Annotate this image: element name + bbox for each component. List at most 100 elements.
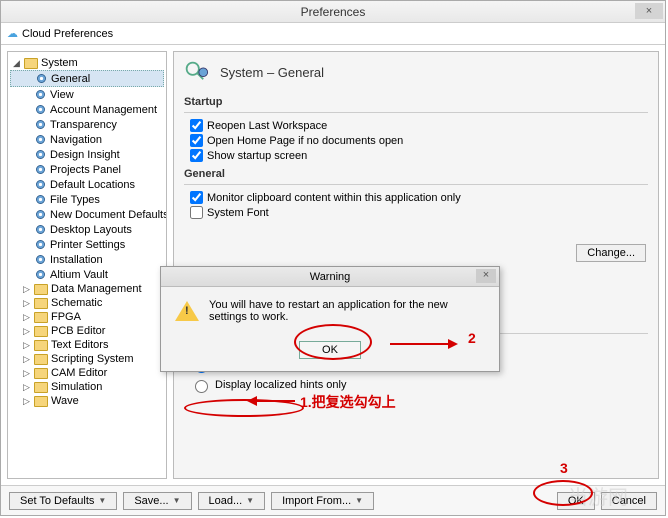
tree-item-printer-settings[interactable]: Printer Settings xyxy=(10,237,164,252)
tree-item-view[interactable]: View xyxy=(10,87,164,102)
gear-icon xyxy=(34,208,47,221)
tree-root-wave[interactable]: ▷Wave xyxy=(10,394,164,408)
folder-icon xyxy=(34,382,48,393)
cancel-button[interactable]: Cancel xyxy=(601,492,657,510)
dialog-message: You will have to restart an application … xyxy=(209,299,485,323)
folder-icon xyxy=(34,354,48,365)
close-icon[interactable]: × xyxy=(635,3,663,19)
gear-icon xyxy=(34,148,47,161)
main-panel: System – General Startup Reopen Last Wor… xyxy=(173,51,659,479)
close-icon[interactable]: × xyxy=(476,269,496,283)
folder-icon xyxy=(34,284,48,295)
gear-icon xyxy=(34,253,47,266)
tree-item-altium-vault[interactable]: Altium Vault xyxy=(10,267,164,282)
gear-icon xyxy=(34,223,47,236)
tree-root-schematic[interactable]: ▷Schematic xyxy=(10,296,164,310)
gear-icon xyxy=(34,118,47,131)
body-area: ◢ System GeneralViewAccount ManagementTr… xyxy=(1,45,665,485)
chevron-down-icon: ▼ xyxy=(98,496,106,505)
tree-root-data-management[interactable]: ▷Data Management xyxy=(10,282,164,296)
import-button[interactable]: Import From...▼ xyxy=(271,492,374,510)
tree-root-scripting-system[interactable]: ▷Scripting System xyxy=(10,352,164,366)
folder-icon xyxy=(34,368,48,379)
caret-right-icon: ▷ xyxy=(22,312,31,323)
opt-startup-screen[interactable]: Show startup screen xyxy=(190,149,648,162)
caret-right-icon: ▷ xyxy=(22,284,31,295)
tree-item-installation[interactable]: Installation xyxy=(10,252,164,267)
tree-item-transparency[interactable]: Transparency xyxy=(10,117,164,132)
opt-open-home[interactable]: Open Home Page if no documents open xyxy=(190,134,648,147)
folder-icon xyxy=(34,340,48,351)
caret-right-icon: ▷ xyxy=(22,326,31,337)
tree-item-default-locations[interactable]: Default Locations xyxy=(10,177,164,192)
cloud-label: Cloud Preferences xyxy=(22,28,113,40)
tree-item-file-types[interactable]: File Types xyxy=(10,192,164,207)
chevron-down-icon: ▼ xyxy=(246,496,254,505)
dialog-title: Warning xyxy=(310,271,351,283)
dialog-titlebar: Warning × xyxy=(161,267,499,287)
opt-reopen-workspace[interactable]: Reopen Last Workspace xyxy=(190,119,648,132)
folder-icon xyxy=(24,58,38,69)
nav-tree[interactable]: ◢ System GeneralViewAccount ManagementTr… xyxy=(7,51,167,479)
folder-icon xyxy=(34,326,48,337)
folder-icon xyxy=(34,298,48,309)
gear-icon xyxy=(35,72,48,85)
tree-item-desktop-layouts[interactable]: Desktop Layouts xyxy=(10,222,164,237)
caret-right-icon: ▷ xyxy=(22,340,31,351)
chevron-down-icon: ▼ xyxy=(355,496,363,505)
load-button[interactable]: Load...▼ xyxy=(198,492,266,510)
tree-root-pcb-editor[interactable]: ▷PCB Editor xyxy=(10,324,164,338)
dialog-ok-button[interactable]: OK xyxy=(299,341,361,359)
tree-root-simulation[interactable]: ▷Simulation xyxy=(10,380,164,394)
ok-button[interactable]: OK xyxy=(557,492,595,510)
tree-root-cam-editor[interactable]: ▷CAM Editor xyxy=(10,366,164,380)
opt-system-font[interactable]: System Font xyxy=(190,206,648,219)
caret-right-icon: ▷ xyxy=(22,382,31,393)
caret-right-icon: ▷ xyxy=(22,396,31,407)
caret-right-icon: ▷ xyxy=(22,298,31,309)
cloud-bar[interactable]: ☁ Cloud Preferences xyxy=(1,23,665,45)
gear-icon xyxy=(34,238,47,251)
tree-item-account-management[interactable]: Account Management xyxy=(10,102,164,117)
warning-dialog: Warning × You will have to restart an ap… xyxy=(160,266,500,372)
section-startup: Startup Reopen Last Workspace Open Home … xyxy=(184,96,648,162)
gear-search-icon xyxy=(184,60,212,84)
window-title: Preferences xyxy=(301,5,366,19)
tree-root-fpga[interactable]: ▷FPGA xyxy=(10,310,164,324)
gear-icon xyxy=(34,88,47,101)
panel-header: System – General xyxy=(184,60,648,90)
tree-item-navigation[interactable]: Navigation xyxy=(10,132,164,147)
tree-item-new-document-defaults[interactable]: New Document Defaults xyxy=(10,207,164,222)
preferences-window: Preferences × ☁ Cloud Preferences ◢ Syst… xyxy=(0,0,666,516)
footer: Set To Defaults▼ Save...▼ Load...▼ Impor… xyxy=(1,485,665,515)
section-general: General Monitor clipboard content within… xyxy=(184,168,648,219)
section-heading: Startup xyxy=(184,96,648,108)
save-button[interactable]: Save...▼ xyxy=(123,492,191,510)
gear-icon xyxy=(34,133,47,146)
gear-icon xyxy=(34,103,47,116)
folder-icon xyxy=(34,396,48,407)
caret-down-icon: ◢ xyxy=(12,58,21,69)
cloud-icon: ☁ xyxy=(7,27,18,40)
gear-icon xyxy=(34,163,47,176)
tree-item-general[interactable]: General xyxy=(10,70,164,87)
gear-icon xyxy=(34,193,47,206)
section-heading: General xyxy=(184,168,648,180)
folder-icon xyxy=(34,312,48,323)
change-button[interactable]: Change... xyxy=(576,244,646,262)
gear-icon xyxy=(34,268,47,281)
panel-title: System – General xyxy=(220,65,324,80)
radio-localized-hints[interactable]: Display localized hints only xyxy=(190,377,648,393)
tree-root-system[interactable]: ◢ System xyxy=(10,56,164,70)
tree-root-text-editors[interactable]: ▷Text Editors xyxy=(10,338,164,352)
opt-clipboard[interactable]: Monitor clipboard content within this ap… xyxy=(190,191,648,204)
caret-right-icon: ▷ xyxy=(22,354,31,365)
gear-icon xyxy=(34,178,47,191)
tree-item-design-insight[interactable]: Design Insight xyxy=(10,147,164,162)
warning-icon xyxy=(175,301,199,321)
caret-right-icon: ▷ xyxy=(22,368,31,379)
tree-item-projects-panel[interactable]: Projects Panel xyxy=(10,162,164,177)
titlebar: Preferences × xyxy=(1,1,665,23)
chevron-down-icon: ▼ xyxy=(173,496,181,505)
defaults-button[interactable]: Set To Defaults▼ xyxy=(9,492,117,510)
